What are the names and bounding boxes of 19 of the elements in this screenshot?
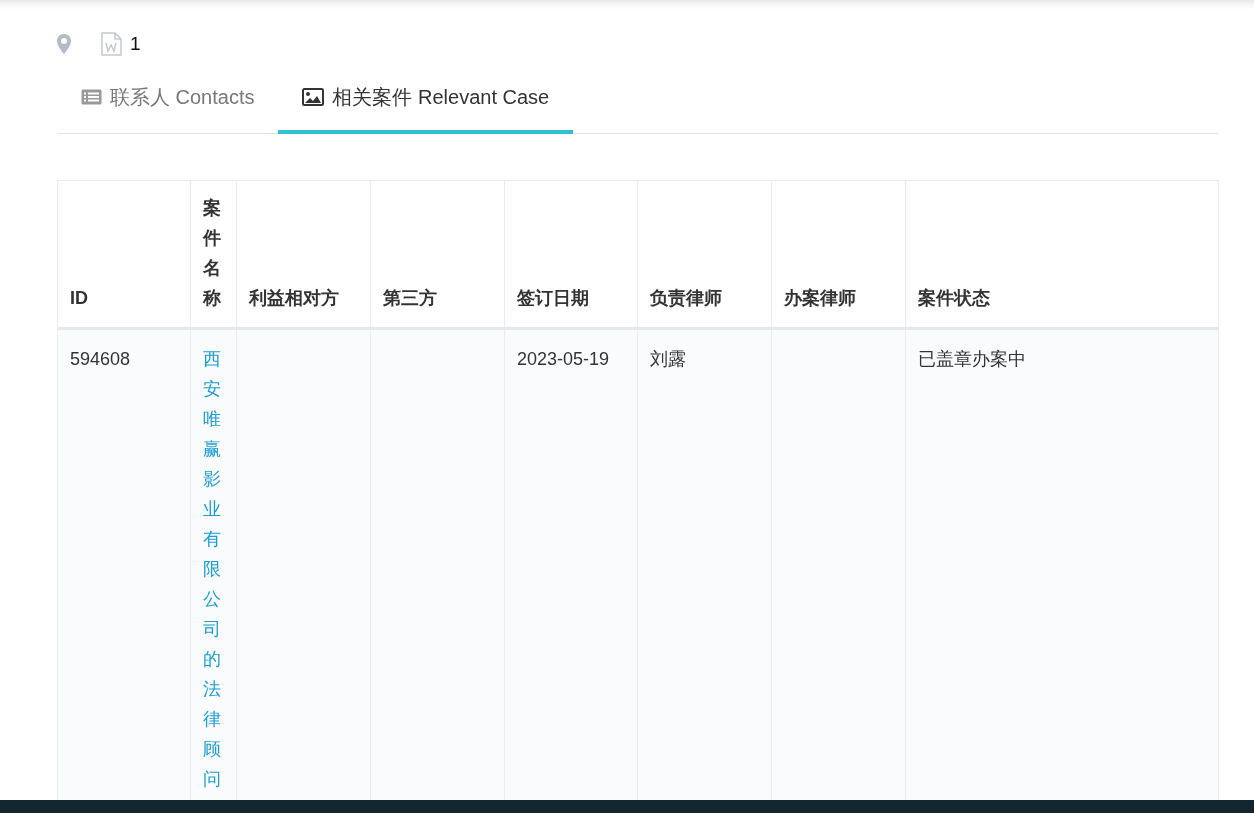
- attachment-count: 1: [130, 31, 141, 56]
- image-icon: [302, 88, 325, 106]
- column-header: 第三方: [370, 180, 505, 329]
- tab[interactable]: 联系人 Contacts: [57, 66, 279, 134]
- column-header: 办案律师: [771, 180, 906, 329]
- document-icon: [101, 32, 122, 56]
- tab[interactable]: 相关案件 Relevant Case: [278, 66, 574, 134]
- column-header: 利益相对方: [236, 180, 371, 329]
- table-cell: 刘露: [650, 349, 686, 369]
- column-header: 签订日期: [504, 180, 638, 329]
- table-cell: 2023-05-19: [517, 349, 610, 369]
- column-header: 案件名称: [190, 180, 237, 329]
- table-cell: 594608: [70, 349, 131, 369]
- table-cell: 已盖章办案中: [918, 349, 1026, 369]
- column-header: ID: [57, 180, 191, 329]
- map-pin-icon: [57, 34, 71, 54]
- column-header: 负责律师: [637, 180, 772, 329]
- column-header: 案件状态: [905, 180, 1219, 329]
- list-icon: [81, 89, 102, 105]
